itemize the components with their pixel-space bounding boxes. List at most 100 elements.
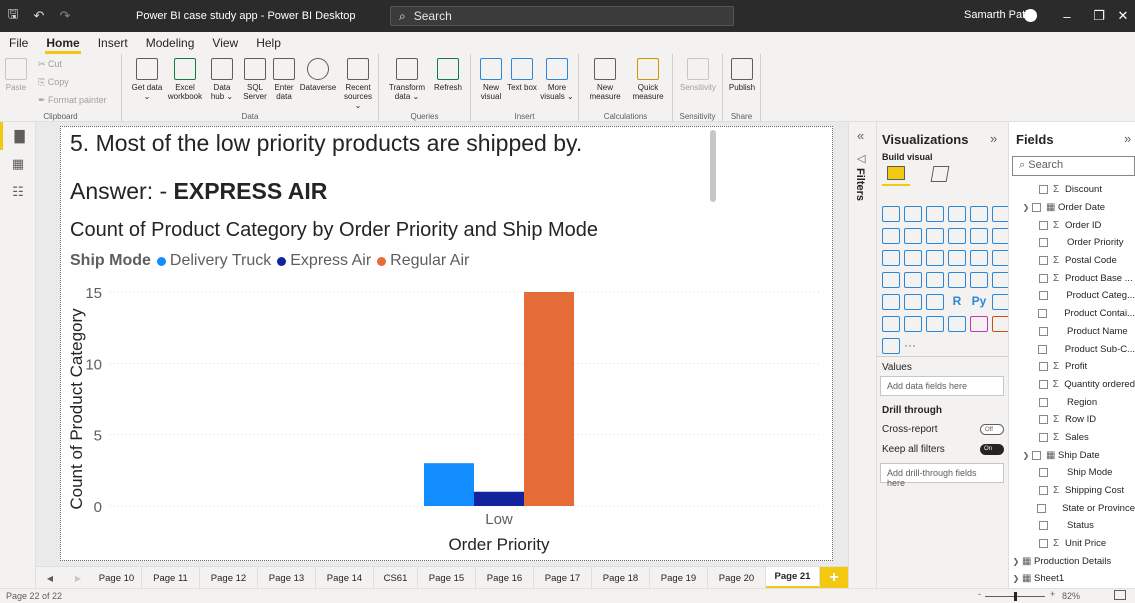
page-tab[interactable]: Page 18 [592, 567, 650, 589]
redo-icon[interactable]: ↷ [52, 0, 78, 32]
r-visual-icon[interactable]: R [948, 294, 966, 310]
user-avatar[interactable] [1024, 9, 1037, 22]
field-item[interactable]: Product Contai... [1010, 305, 1135, 323]
menu-file[interactable]: File [0, 36, 37, 54]
field-item[interactable]: Σ Unit Price [1010, 535, 1135, 553]
field-item[interactable]: Σ Shipping Cost [1010, 482, 1135, 500]
fields-search-input[interactable]: ⌕ Search [1012, 156, 1135, 176]
area-chart-icon[interactable] [904, 228, 922, 244]
field-item[interactable]: ❯ ▦ Ship Date [1010, 446, 1135, 464]
field-checkbox[interactable] [1032, 450, 1041, 460]
field-item[interactable]: Product Sub-C... [1010, 340, 1135, 358]
multi-row-card-icon[interactable] [970, 272, 988, 288]
stacked-bar-icon[interactable] [882, 206, 900, 222]
menu-view[interactable]: View [203, 36, 247, 54]
field-item[interactable]: ❯ ▦ Order Date [1010, 199, 1135, 217]
field-item[interactable]: Σ Postal Code [1010, 252, 1135, 270]
page-tab[interactable]: Page 11 [142, 567, 200, 589]
field-item[interactable]: Product Name [1010, 323, 1135, 341]
filled-map-icon[interactable] [904, 272, 922, 288]
qa-icon[interactable] [904, 316, 922, 332]
close-icon[interactable]: ✕ [1106, 0, 1135, 32]
zoom-slider-thumb[interactable] [1014, 592, 1017, 601]
fit-to-page-icon[interactable] [1114, 590, 1126, 600]
pie-icon[interactable] [948, 250, 966, 266]
build-visual-tab[interactable] [882, 164, 910, 186]
add-page-button[interactable]: + [820, 567, 848, 589]
sensitivity-button[interactable]: Sensitivity [677, 58, 719, 92]
field-item[interactable]: Region [1010, 393, 1135, 411]
page-tab[interactable]: Page 16 [476, 567, 534, 589]
format-visual-icon[interactable] [930, 166, 950, 182]
paste-button[interactable]: Paste [2, 58, 30, 92]
page-tab[interactable]: Page 20 [708, 567, 766, 589]
field-checkbox[interactable] [1039, 486, 1048, 496]
scatter-icon[interactable] [926, 250, 944, 266]
field-checkbox[interactable] [1038, 291, 1048, 301]
page-tab[interactable]: Page 12 [200, 567, 258, 589]
cut-button[interactable]: ✂ Cut [38, 59, 62, 70]
legend-item-delivery-truck[interactable]: Delivery Truck [156, 252, 271, 270]
data-view-icon[interactable]: ▦ [0, 150, 36, 178]
field-checkbox[interactable] [1039, 326, 1048, 336]
copy-button[interactable]: ⎘ Copy [38, 77, 69, 88]
table-visual-icon[interactable] [904, 294, 922, 310]
page-tab[interactable]: Page 13 [258, 567, 316, 589]
enter-data-button[interactable]: Enter data [270, 58, 298, 101]
save-icon[interactable]: 🖫 [0, 0, 26, 32]
user-name[interactable]: Samarth Patil [964, 9, 1030, 21]
legend-item-express-air[interactable]: Express Air [277, 252, 371, 270]
field-checkbox[interactable] [1039, 362, 1048, 372]
recent-sources-button[interactable]: Recent sources ⌄ [340, 58, 376, 110]
field-item[interactable]: Σ Sales [1010, 429, 1135, 447]
minimize-icon[interactable]: – [1050, 0, 1084, 32]
expand-chevron-icon[interactable]: ❯ [1020, 203, 1032, 212]
field-checkbox[interactable] [1039, 397, 1048, 407]
page-tab[interactable]: Page 21 [766, 567, 820, 589]
field-checkbox[interactable] [1039, 468, 1048, 478]
field-checkbox[interactable] [1038, 379, 1048, 389]
field-checkbox[interactable] [1032, 203, 1041, 213]
cross-report-toggle[interactable]: Off [980, 424, 1004, 435]
field-checkbox[interactable] [1036, 503, 1046, 513]
field-item[interactable]: Order Priority [1010, 234, 1135, 252]
expand-chevron-icon[interactable]: ❯ [1010, 574, 1022, 583]
collapse-right-icon[interactable]: » [990, 131, 997, 146]
data-hub-button[interactable]: Data hub ⌄ [206, 58, 238, 101]
field-item[interactable]: State or Province [1010, 499, 1135, 517]
field-checkbox[interactable] [1037, 309, 1047, 319]
line-chart-icon[interactable] [882, 228, 900, 244]
slicer-icon[interactable] [882, 294, 900, 310]
line-stacked-column-icon[interactable] [970, 228, 988, 244]
field-item[interactable]: Σ Discount [1010, 181, 1135, 199]
smart-narrative-icon[interactable] [926, 316, 944, 332]
field-checkbox[interactable] [1039, 273, 1048, 283]
keep-filters-toggle[interactable]: On [980, 444, 1004, 455]
publish-button[interactable]: Publish [726, 58, 758, 92]
new-measure-button[interactable]: New measure [585, 58, 625, 101]
field-checkbox[interactable] [1039, 432, 1048, 442]
next-page-icon[interactable]: ▶ [64, 567, 92, 589]
field-table[interactable]: ❯ ▦ Sheet1 [1010, 570, 1135, 588]
field-item[interactable]: Product Categ... [1010, 287, 1135, 305]
page-tab[interactable]: Page 14 [316, 567, 374, 589]
field-item[interactable]: Σ Profit [1010, 358, 1135, 376]
paginated-report-icon[interactable] [948, 316, 966, 332]
expand-chevron-icon[interactable]: ❯ [1020, 451, 1032, 460]
page-tab[interactable]: Page 17 [534, 567, 592, 589]
field-checkbox[interactable] [1039, 256, 1048, 266]
field-table[interactable]: ❯ ▦ Production Details [1010, 552, 1135, 570]
model-view-icon[interactable]: ☷ [0, 178, 36, 206]
sql-server-button[interactable]: SQL Server [240, 58, 270, 101]
get-data-button[interactable]: Get data ⌄ [130, 58, 164, 101]
stacked-column-icon[interactable] [904, 206, 922, 222]
clustered-bar-icon[interactable] [926, 206, 944, 222]
power-apps-icon[interactable] [970, 316, 988, 332]
quick-measure-button[interactable]: Quick measure [627, 58, 669, 101]
stacked-area-icon[interactable] [926, 228, 944, 244]
decomposition-tree-icon[interactable] [882, 316, 900, 332]
map-icon[interactable] [882, 272, 900, 288]
field-item[interactable]: Ship Mode [1010, 464, 1135, 482]
field-checkbox[interactable] [1039, 415, 1048, 425]
field-item[interactable]: Status [1010, 517, 1135, 535]
